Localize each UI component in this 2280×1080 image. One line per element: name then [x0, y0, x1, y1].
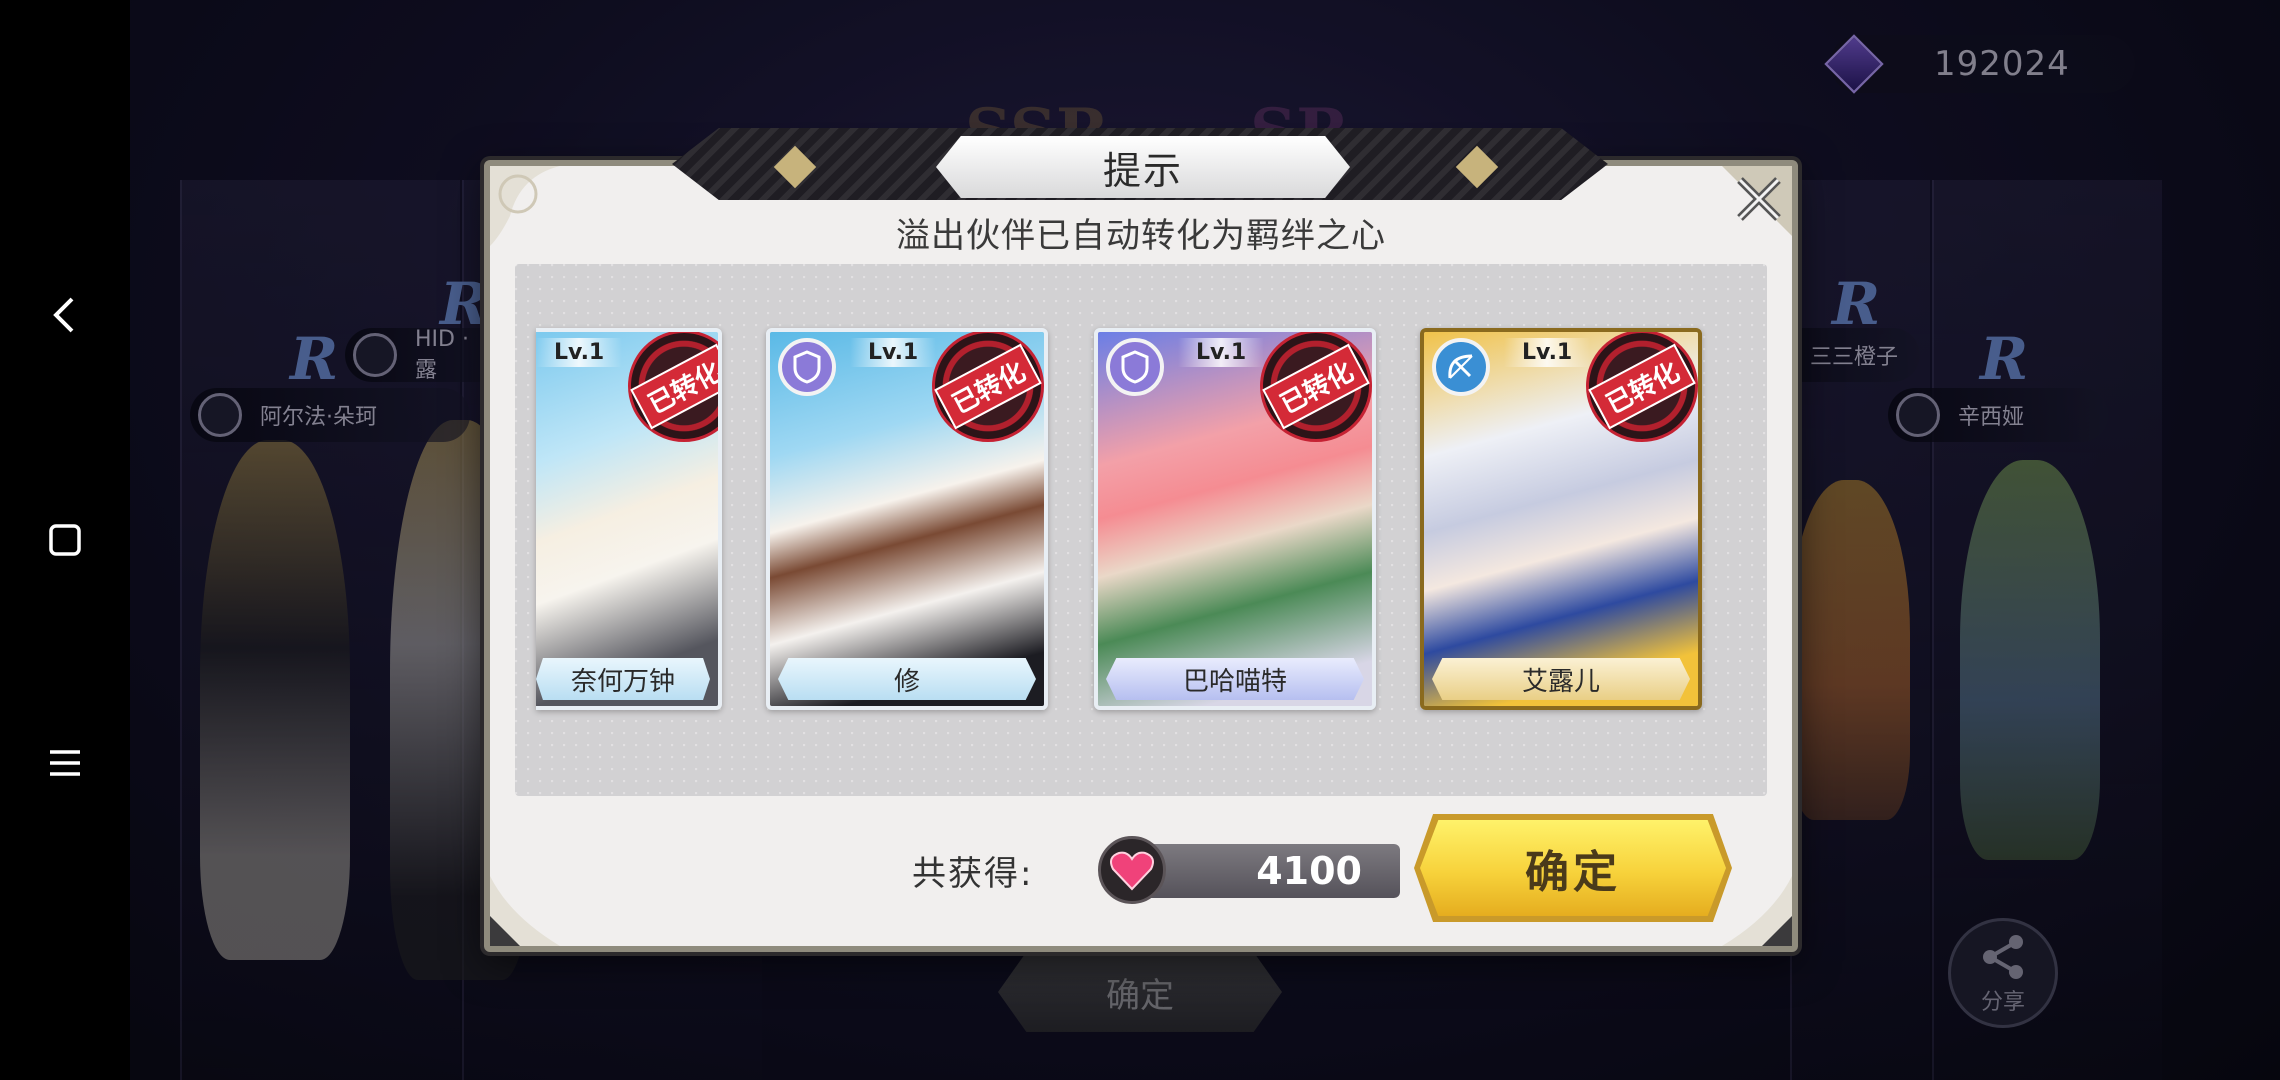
- card-level: Lv.1: [1504, 338, 1591, 367]
- confirm-button[interactable]: 确定: [1420, 820, 1726, 916]
- partner-card[interactable]: Lv.1 已转化 修: [766, 328, 1048, 710]
- dialog-message: 溢出伙伴已自动转化为羁绊之心: [896, 216, 1386, 256]
- partner-card[interactable]: Lv.1 已转化 巴哈喵特: [1094, 328, 1376, 710]
- partner-card[interactable]: Lv.1 已转化 奈何万钟: [536, 328, 722, 710]
- home-button[interactable]: [40, 515, 90, 565]
- bow-icon: [1432, 338, 1490, 396]
- converted-stamp: 已转化: [1260, 332, 1372, 442]
- card-name: 修: [778, 658, 1036, 700]
- heart-icon: [1098, 836, 1166, 904]
- card-name: 巴哈喵特: [1106, 658, 1364, 700]
- partner-card[interactable]: Lv.1 已转化 艾露儿: [1420, 328, 1702, 710]
- menu-lines-icon: [50, 750, 80, 776]
- recents-button[interactable]: [40, 738, 90, 788]
- card-level: Lv.1: [536, 338, 623, 367]
- shield-icon: [1106, 338, 1164, 396]
- system-nav-bar: [0, 0, 130, 1080]
- card-name: 艾露儿: [1432, 658, 1690, 700]
- converted-stamp: 已转化: [932, 332, 1044, 442]
- card-level: Lv.1: [850, 338, 937, 367]
- card-level: Lv.1: [1178, 338, 1265, 367]
- back-button[interactable]: [40, 290, 90, 340]
- back-chevron-icon: [53, 297, 74, 333]
- shield-icon: [778, 338, 836, 396]
- card-name: 奈何万钟: [536, 658, 710, 700]
- game-screen: { "currency": { "value": "192024", "icon…: [0, 0, 2280, 1080]
- total-reward: 4100: [1098, 836, 1400, 904]
- converted-stamp: 已转化: [1586, 332, 1698, 442]
- home-square-icon: [49, 524, 81, 556]
- corner-ornament-icon: [490, 876, 560, 946]
- dialog-title: 提示: [936, 136, 1350, 198]
- total-value: 4100: [1138, 844, 1400, 898]
- total-label: 共获得:: [912, 854, 1034, 894]
